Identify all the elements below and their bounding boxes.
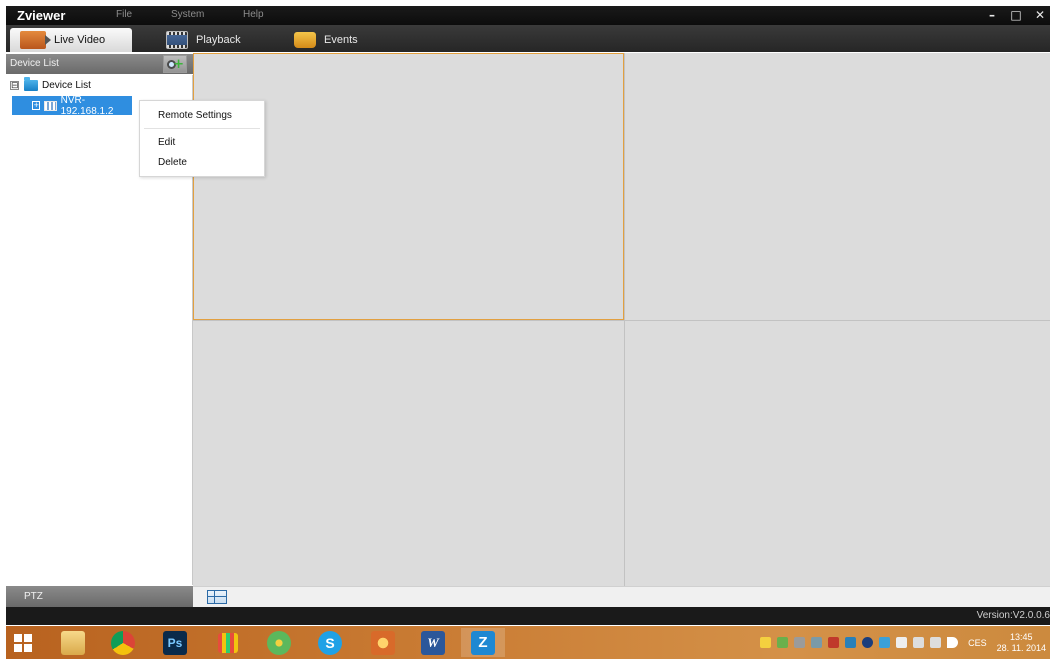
close-button[interactable]: ✕: [1034, 8, 1046, 22]
tray-icq-icon[interactable]: [777, 637, 789, 648]
windows-logo-icon: [14, 633, 32, 652]
folder-icon: [24, 77, 38, 91]
input-language[interactable]: CES: [968, 638, 987, 648]
clock-time: 13:45: [1010, 631, 1033, 642]
skype-icon: S: [318, 630, 342, 655]
tab-events-label: Events: [324, 34, 358, 46]
device-list-header-label: Device List: [10, 58, 59, 69]
tab-playback-label: Playback: [196, 34, 241, 46]
tray-device-icon[interactable]: [913, 637, 925, 648]
tab-events[interactable]: Events: [284, 28, 368, 52]
plus-icon: +: [173, 57, 184, 72]
system-tray: CES 13:45 28. 11. 2014: [760, 626, 1046, 659]
tree-device-nvr[interactable]: + NVR-192.168.1.2: [12, 94, 132, 117]
version-label: Version:V2.0.0.6: [976, 610, 1050, 621]
taskbar-zviewer[interactable]: Z: [461, 628, 505, 657]
taskbar-metro-apps[interactable]: [206, 628, 250, 657]
photoshop-icon: Ps: [163, 630, 187, 655]
main-tab-bar: Live Video Playback Events: [6, 25, 1050, 52]
nvr-icon: [44, 100, 57, 111]
context-menu: Remote Settings Edit Delete: [139, 100, 265, 177]
folder-events-icon: [294, 32, 316, 48]
context-menu-delete[interactable]: Delete: [158, 157, 187, 168]
taskbar-clock[interactable]: 13:45 28. 11. 2014: [997, 632, 1046, 654]
game-icon: [371, 630, 395, 655]
network-icon[interactable]: [930, 637, 942, 648]
add-device-button[interactable]: +: [163, 55, 187, 73]
tab-live-video[interactable]: Live Video: [10, 28, 132, 52]
volume-icon[interactable]: [947, 637, 959, 648]
icq-icon: [267, 630, 291, 655]
flag-icon[interactable]: [896, 637, 908, 648]
grid-divider-horizontal: [193, 320, 1050, 321]
tree-root-label: Device List: [42, 80, 91, 91]
layout-icon[interactable]: [207, 590, 227, 604]
windows-taskbar: Ps S W Z CES 13:45 28. 11. 2014: [6, 626, 1050, 659]
menu-file[interactable]: File: [116, 9, 132, 20]
camera-icon: [20, 31, 51, 49]
title-bar: Zviewer File System Help – □ ✕: [6, 6, 1050, 25]
expand-icon[interactable]: +: [32, 101, 41, 110]
video-cell-2[interactable]: [625, 53, 1050, 320]
restore-button[interactable]: □: [1010, 8, 1022, 22]
collapse-icon[interactable]: ⊟: [10, 81, 19, 90]
taskbar-game[interactable]: [361, 628, 405, 657]
tree-root[interactable]: ⊟ Device List: [6, 76, 193, 95]
tab-live-video-label: Live Video: [54, 34, 106, 46]
taskbar-file-explorer[interactable]: [51, 628, 95, 657]
context-menu-separator: [144, 128, 260, 129]
taskbar-icq[interactable]: [257, 628, 301, 657]
zviewer-app: Zviewer File System Help – □ ✕ Live Vide…: [0, 0, 1050, 659]
status-bar: Version:V2.0.0.6: [6, 607, 1050, 625]
tab-playback[interactable]: Playback: [156, 28, 251, 52]
file-explorer-icon: [61, 630, 85, 655]
grid-toolbar: [193, 586, 1050, 607]
menu-system[interactable]: System: [171, 9, 204, 20]
video-cell-1[interactable]: [193, 53, 624, 320]
tree-device-label: NVR-192.168.1.2: [60, 94, 114, 117]
tray-security-icon[interactable]: [828, 637, 840, 648]
context-menu-remote-settings[interactable]: Remote Settings: [158, 110, 232, 121]
taskbar-word[interactable]: W: [411, 628, 455, 657]
video-grid: [193, 53, 1050, 586]
tray-network-app-icon[interactable]: [811, 637, 823, 648]
clock-date: 28. 11. 2014: [996, 642, 1046, 653]
zviewer-icon: Z: [471, 630, 495, 655]
tray-sync-icon[interactable]: [879, 637, 891, 648]
window-controls: – □ ✕: [986, 8, 1046, 22]
taskbar-chrome[interactable]: [101, 628, 145, 657]
ptz-panel-header[interactable]: PTZ: [6, 586, 193, 607]
minimize-button[interactable]: –: [986, 8, 998, 22]
chrome-icon: [111, 630, 135, 655]
device-list-header: Device List +: [6, 54, 193, 74]
video-cell-4[interactable]: [625, 321, 1050, 586]
tray-notification-icon[interactable]: [760, 637, 772, 648]
video-cell-3[interactable]: [193, 321, 624, 586]
metro-apps-icon: [218, 632, 238, 653]
bluetooth-icon[interactable]: [862, 637, 874, 648]
word-icon: W: [421, 630, 445, 655]
context-menu-edit[interactable]: Edit: [158, 137, 175, 148]
taskbar-skype[interactable]: S: [308, 628, 352, 657]
film-icon: [166, 31, 188, 49]
ptz-label: PTZ: [24, 591, 43, 602]
tray-display-icon[interactable]: [845, 637, 857, 648]
menu-help[interactable]: Help: [243, 9, 264, 20]
start-button[interactable]: [6, 628, 40, 657]
tray-app-icon[interactable]: [794, 637, 806, 648]
app-title: Zviewer: [17, 8, 66, 23]
taskbar-photoshop[interactable]: Ps: [153, 628, 197, 657]
